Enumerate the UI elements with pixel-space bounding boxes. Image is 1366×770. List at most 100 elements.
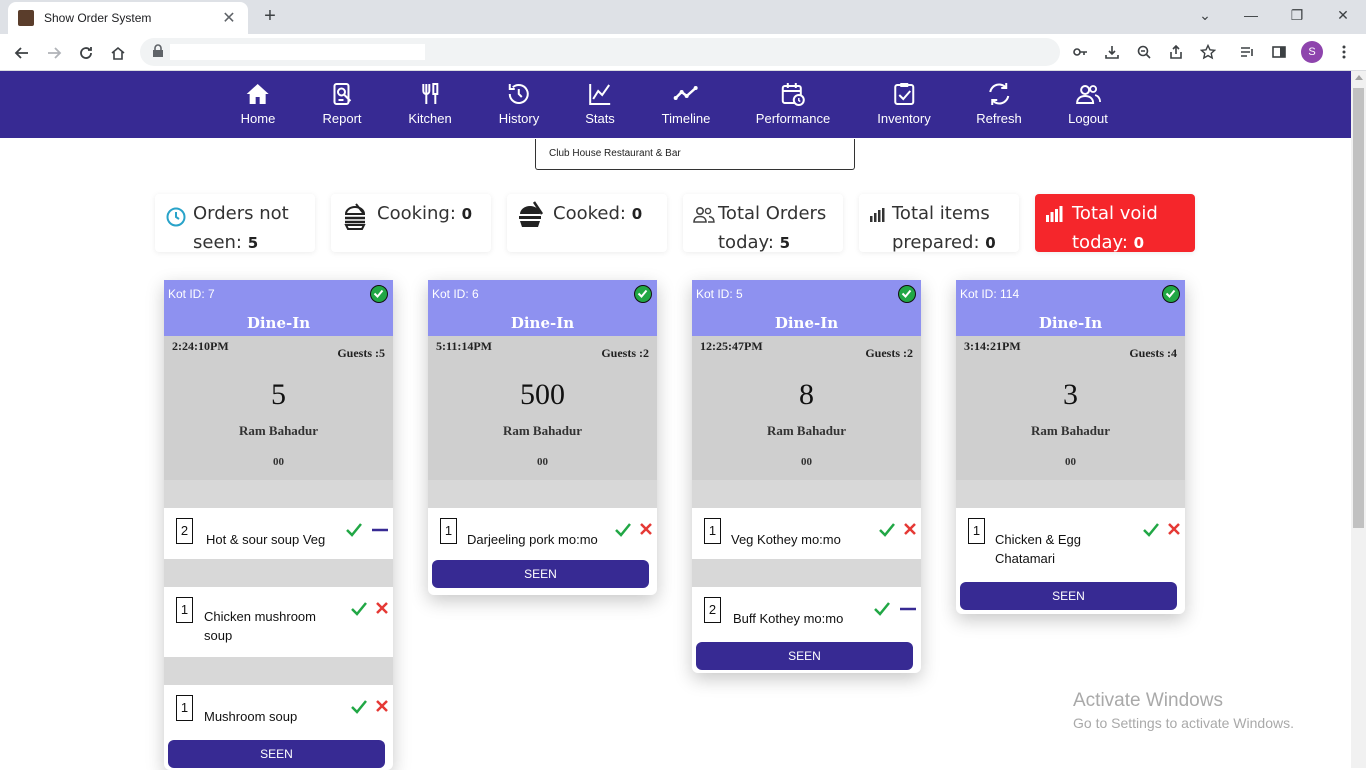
order-check-icon[interactable]: [634, 285, 652, 303]
order-check-icon[interactable]: [370, 285, 388, 303]
cancel-icon[interactable]: [639, 522, 653, 536]
nav-label: Logout: [1068, 111, 1108, 126]
browser-home-icon[interactable]: [104, 39, 132, 67]
mark-done-icon[interactable]: [1142, 522, 1160, 538]
stat-value: 0: [461, 205, 473, 223]
kitchen-icon: [422, 83, 438, 104]
mark-done-icon[interactable]: [614, 522, 632, 538]
mark-done-icon[interactable]: [878, 522, 896, 538]
order-code: 00: [1065, 456, 1076, 468]
stat-label: Total Orders today:: [718, 203, 827, 253]
order-info: 2:24:10PM Guests :5 5 Ram Bahadur 00: [164, 336, 393, 480]
mark-done-icon[interactable]: [345, 522, 363, 538]
table-number: 3: [1063, 378, 1078, 411]
seen-button[interactable]: SEEN: [696, 642, 913, 670]
item-name: Chicken mushroom soup: [204, 609, 316, 643]
nav-report[interactable]: Report: [322, 81, 362, 126]
nav-inventory[interactable]: Inventory: [877, 81, 931, 126]
profile-avatar[interactable]: S: [1301, 41, 1323, 63]
minus-icon[interactable]: [899, 601, 917, 617]
order-item: 1 Darjeeling pork mo:mo: [428, 508, 657, 556]
nav-label: Performance: [755, 111, 831, 126]
menu-kebab-icon[interactable]: [1334, 42, 1354, 62]
mark-done-icon[interactable]: [873, 601, 891, 617]
key-icon[interactable]: [1070, 42, 1090, 62]
stat-label: Orders not seen:: [193, 203, 289, 253]
nav-label: Home: [240, 111, 276, 126]
timeline-icon: [674, 86, 698, 100]
order-type: Dine-In: [774, 314, 839, 332]
waiter-name: Ram Bahadur: [766, 423, 847, 438]
minimize-icon[interactable]: —: [1228, 0, 1274, 30]
browser-tab[interactable]: Show Order System ✕: [8, 2, 248, 34]
zoom-icon[interactable]: [1134, 42, 1154, 62]
waiter-name: Ram Bahadur: [502, 423, 583, 438]
tab-search-icon[interactable]: ⌄: [1182, 0, 1228, 30]
lock-icon: [153, 44, 163, 57]
minus-icon[interactable]: [371, 522, 389, 538]
nav-stats[interactable]: Stats: [585, 81, 615, 126]
reload-icon[interactable]: [72, 39, 100, 67]
restaurant-selector[interactable]: Club House Restaurant & Bar: [535, 139, 855, 170]
nav-performance[interactable]: Performance: [756, 81, 830, 126]
bookmark-star-icon[interactable]: [1198, 42, 1218, 62]
mark-done-icon[interactable]: [350, 699, 368, 715]
waiter-name: Ram Bahadur: [1030, 423, 1111, 438]
cancel-icon[interactable]: [903, 522, 917, 536]
order-item: 1 Mushroom soup: [164, 685, 393, 736]
cancel-icon[interactable]: [375, 601, 389, 615]
new-tab-icon[interactable]: +: [258, 4, 282, 28]
seen-button[interactable]: SEEN: [960, 582, 1177, 610]
order-check-icon[interactable]: [898, 285, 916, 303]
order-code: 00: [273, 456, 284, 468]
order-info: 5:11:14PM Guests :2 500 Ram Bahadur 00: [428, 336, 657, 480]
stat-value: 0: [985, 234, 996, 252]
order-check-icon[interactable]: [1162, 285, 1180, 303]
seen-button[interactable]: SEEN: [432, 560, 649, 588]
nav-timeline[interactable]: Timeline: [662, 81, 710, 126]
item-name: Buff Kothey mo:mo: [733, 611, 844, 626]
cancel-icon[interactable]: [1167, 522, 1181, 536]
stat-cooked: Cooked: 0: [507, 194, 667, 252]
stat-cooking: Cooking: 0: [331, 194, 491, 252]
forward-icon[interactable]: [40, 39, 68, 67]
page-scrollbar[interactable]: [1351, 71, 1366, 768]
mark-done-icon[interactable]: [350, 601, 368, 617]
side-panel-icon[interactable]: [1269, 42, 1289, 62]
close-tab-icon[interactable]: ✕: [220, 8, 238, 28]
restore-icon[interactable]: ❐: [1274, 0, 1320, 30]
back-icon[interactable]: [8, 39, 36, 67]
media-icon[interactable]: [1237, 42, 1257, 62]
item-quantity: 1: [440, 518, 457, 544]
scrollbar-thumb[interactable]: [1353, 88, 1364, 528]
share-icon[interactable]: [1166, 42, 1186, 62]
order-card: Kot ID: 5 Dine-In 12:25:47PM Guests :2 8…: [692, 280, 921, 673]
nav-logout[interactable]: Logout: [1068, 81, 1108, 126]
install-icon[interactable]: [1102, 42, 1122, 62]
bar-chart-icon: [870, 208, 885, 222]
table-number: 5: [271, 378, 286, 411]
order-card: Kot ID: 7 Dine-In 2:24:10PM Guests :5 5 …: [164, 280, 393, 770]
stat-label: Total void today:: [1072, 203, 1158, 253]
url-text: [170, 44, 425, 60]
stat-value: 5: [779, 234, 791, 252]
stats-icon: [589, 84, 610, 105]
stat-total-orders: Total Orders today: 5: [683, 194, 843, 253]
nav-label: Stats: [585, 111, 615, 126]
windows-activation-watermark: Activate Windows Go to Settings to activ…: [1073, 690, 1294, 731]
stat-label: Total items prepared:: [892, 203, 990, 253]
nav-refresh[interactable]: Refresh: [976, 81, 1022, 126]
nav-history[interactable]: History: [499, 81, 539, 126]
nav-home[interactable]: Home: [240, 81, 276, 126]
item-quantity: 2: [704, 597, 721, 623]
order-item: 1 Veg Kothey mo:mo: [692, 508, 921, 559]
window-close-icon[interactable]: ✕: [1320, 0, 1366, 30]
scroll-up-icon[interactable]: [1355, 75, 1363, 80]
address-bar[interactable]: [140, 38, 1060, 66]
stat-items-prepared: Total items prepared: 0: [859, 194, 1019, 253]
cancel-icon[interactable]: [375, 699, 389, 713]
kot-id: Kot ID: 114: [960, 287, 1020, 301]
home-icon: [247, 84, 269, 104]
seen-button[interactable]: SEEN: [168, 740, 385, 768]
nav-kitchen[interactable]: Kitchen: [408, 81, 452, 126]
